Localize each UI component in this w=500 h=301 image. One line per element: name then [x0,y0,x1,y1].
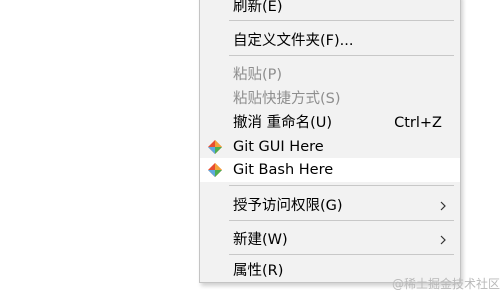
menu-item-label: 自定义文件夹(F)... [233,33,354,49]
menu-item-paste-shortcut[interactable]: 粘贴快捷方式(S) [200,87,460,111]
context-menu: 刷新(E) 自定义文件夹(F)... 粘贴(P) 粘贴快捷方式(S) 撤消 重命… [199,0,461,283]
menu-item-paste[interactable]: 粘贴(P) [200,63,460,87]
menu-separator [229,55,454,56]
menu-item-refresh[interactable]: 刷新(E) [200,0,460,19]
menu-item-grant-access[interactable]: 授予访问权限(G) [200,194,460,218]
menu-separator [229,20,454,21]
menu-item-undo-rename[interactable]: 撤消 重命名(U) Ctrl+Z [200,111,460,135]
menu-item-customize-folder[interactable]: 自定义文件夹(F)... [200,29,460,53]
menu-item-label: 属性(R) [233,263,284,279]
menu-item-git-bash-here[interactable]: Git Bash Here [200,158,460,182]
desktop-background: 刷新(E) 自定义文件夹(F)... 粘贴(P) 粘贴快捷方式(S) 撤消 重命… [0,0,500,301]
menu-item-label: Git GUI Here [233,139,324,155]
menu-item-label: 粘贴快捷方式(S) [233,91,341,107]
menu-separator [229,185,454,186]
menu-item-new[interactable]: 新建(W) [200,228,460,252]
menu-separator [229,254,454,255]
chevron-right-icon [440,201,446,211]
menu-item-label: 新建(W) [233,232,288,248]
menu-item-label: 刷新(E) [233,0,283,15]
menu-item-label: 撤消 重命名(U) [233,115,333,131]
git-bash-icon [208,163,222,177]
menu-item-shortcut: Ctrl+Z [394,115,442,131]
menu-item-git-gui-here[interactable]: Git GUI Here [200,135,460,159]
chevron-right-icon [440,235,446,245]
git-gui-icon [208,140,222,154]
menu-item-label: 粘贴(P) [233,67,283,83]
menu-item-label: 授予访问权限(G) [233,198,343,214]
menu-item-label: Git Bash Here [233,162,334,178]
watermark: @稀土掘金技术社区 [392,277,500,291]
menu-separator [229,220,454,221]
